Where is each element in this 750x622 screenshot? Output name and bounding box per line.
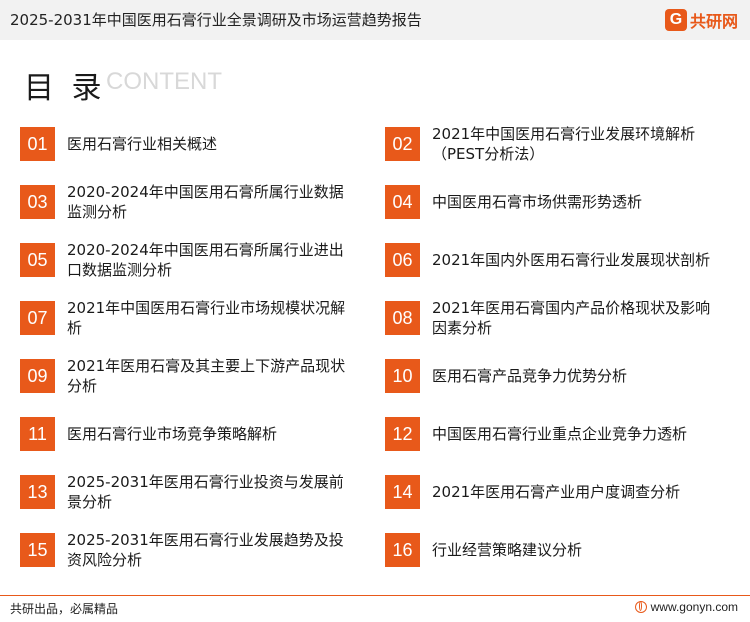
toc-item-09[interactable]: 09 2021年医用石膏及其主要上下游产品现状分析 [20,356,360,396]
toc-number-badge: 14 [385,475,420,509]
toc-number-badge: 05 [20,243,55,277]
toc-item-15[interactable]: 15 2025-2031年医用石膏行业发展趋势及投资风险分析 [20,530,360,570]
report-title: 2025-2031年中国医用石膏行业全景调研及市场运营趋势报告 [10,11,422,29]
footer-website[interactable]: www.gonyn.com [634,600,738,614]
toc-item-label: 中国医用石膏行业重点企业竞争力透析 [432,425,688,443]
logo-mark-icon: G [664,9,687,31]
toc-item-01[interactable]: 01 医用石膏行业相关概述 [20,124,360,164]
toc-item-label: 2020-2024年中国医用石膏所属行业数据监测分析 [67,183,344,221]
toc-number-badge: 08 [385,301,420,335]
toc-item-05[interactable]: 05 2020-2024年中国医用石膏所属行业进出口数据监测分析 [20,240,360,280]
toc-item-12[interactable]: 12 中国医用石膏行业重点企业竞争力透析 [385,414,725,454]
toc-number-badge: 10 [385,359,420,393]
toc-number-badge: 01 [20,127,55,161]
toc-item-label: 医用石膏行业市场竞争策略解析 [67,425,278,443]
toc-number-badge: 16 [385,533,420,567]
toc-subheading: CONTENT [106,68,222,95]
toc-item-label: 2021年中国医用石膏行业发展环境解析（PEST分析法） [432,125,696,163]
toc-item-label: 2025-2031年医用石膏行业发展趋势及投资风险分析 [67,531,344,569]
report-toc-page: 2025-2031年中国医用石膏行业全景调研及市场运营趋势报告 G 共研网 目 … [0,0,750,622]
toc-item-label: 2021年医用石膏及其主要上下游产品现状分析 [67,357,346,395]
brand-logo[interactable]: G 共研网 [664,8,738,32]
toc-number-badge: 15 [20,533,55,567]
footer-url[interactable]: www.gonyn.com [651,600,738,614]
toc-item-02[interactable]: 02 2021年中国医用石膏行业发展环境解析（PEST分析法） [385,124,725,164]
toc-number-badge: 13 [20,475,55,509]
globe-icon [634,601,647,613]
toc-item-label: 2021年医用石膏国内产品价格现状及影响因素分析 [432,299,711,337]
toc-item-16[interactable]: 16 行业经营策略建议分析 [385,530,725,570]
toc-number-badge: 06 [385,243,420,277]
toc-item-04[interactable]: 04 中国医用石膏市场供需形势透析 [385,182,725,222]
toc-item-label: 2020-2024年中国医用石膏所属行业进出口数据监测分析 [67,241,344,279]
logo-text: 共研网 [689,12,738,31]
toc-heading: 目 录 [24,71,106,106]
footer-divider [0,595,750,596]
toc-item-label: 医用石膏行业相关概述 [67,135,218,153]
toc-item-08[interactable]: 08 2021年医用石膏国内产品价格现状及影响因素分析 [385,298,725,338]
toc-item-label: 2021年国内外医用石膏行业发展现状剖析 [432,251,711,269]
toc-item-label: 医用石膏产品竞争力优势分析 [432,367,628,385]
toc-item-label: 2021年医用石膏产业用户度调查分析 [432,483,681,501]
footer-slogan: 共研出品，必属精品 [10,602,119,616]
toc-item-13[interactable]: 13 2025-2031年医用石膏行业投资与发展前景分析 [20,472,360,512]
toc-item-label: 行业经营策略建议分析 [432,541,583,559]
toc-number-badge: 09 [20,359,55,393]
toc-item-label: 2021年中国医用石膏行业市场规模状况解析 [67,299,346,337]
header-bar: 2025-2031年中国医用石膏行业全景调研及市场运营趋势报告 G 共研网 [0,0,750,40]
toc-number-badge: 07 [20,301,55,335]
toc-number-badge: 12 [385,417,420,451]
toc-item-03[interactable]: 03 2020-2024年中国医用石膏所属行业数据监测分析 [20,182,360,222]
toc-item-06[interactable]: 06 2021年国内外医用石膏行业发展现状剖析 [385,240,725,280]
toc-item-14[interactable]: 14 2021年医用石膏产业用户度调查分析 [385,472,725,512]
toc-item-07[interactable]: 07 2021年中国医用石膏行业市场规模状况解析 [20,298,360,338]
toc-item-label: 中国医用石膏市场供需形势透析 [432,193,643,211]
toc-number-badge: 03 [20,185,55,219]
toc-item-label: 2025-2031年医用石膏行业投资与发展前景分析 [67,473,344,511]
toc-number-badge: 02 [385,127,420,161]
toc-number-badge: 04 [385,185,420,219]
toc-item-10[interactable]: 10 医用石膏产品竞争力优势分析 [385,356,725,396]
toc-number-badge: 11 [20,417,55,451]
toc-item-11[interactable]: 11 医用石膏行业市场竞争策略解析 [20,414,360,454]
